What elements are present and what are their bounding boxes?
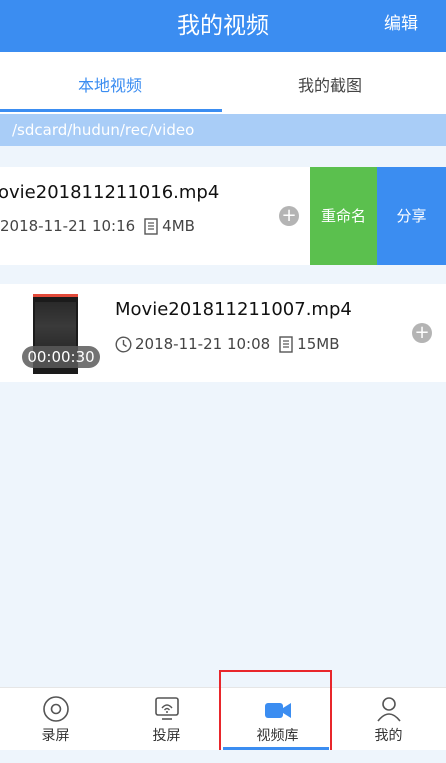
nav-label: 录屏 <box>41 728 70 744</box>
tab-my-screenshots[interactable]: 我的截图 <box>298 72 362 96</box>
file-size-icon <box>144 217 158 235</box>
video-size: 15MB <box>297 335 340 353</box>
nav-label: 我的 <box>374 728 403 744</box>
active-tab-indicator <box>0 109 222 112</box>
tab-local-videos[interactable]: 本地视频 <box>78 72 142 96</box>
storage-path: /sdcard/hudun/rec/video <box>0 114 446 146</box>
nav-label: 投屏 <box>152 728 181 744</box>
cast-icon <box>154 697 179 720</box>
video-filename: Movie201811211007.mp4 <box>115 299 352 320</box>
video-list-item[interactable]: 00:00:30 Movie201811211007.mp4 2018-11-2… <box>0 284 446 382</box>
person-icon <box>376 697 401 722</box>
app-header: 我的视频 编辑 <box>0 0 446 52</box>
video-list-item[interactable]: ovie201811211016.mp4 2018-11-21 10:16 4M… <box>0 167 446 265</box>
video-meta: 2018-11-21 10:16 4MB <box>0 217 195 235</box>
tab-bar: 本地视频 我的截图 <box>0 52 446 114</box>
nav-item-cast[interactable]: 投屏 <box>111 688 222 751</box>
rename-button[interactable]: 重命名 <box>310 167 377 265</box>
file-size-icon <box>279 335 293 353</box>
page-title: 我的视频 <box>177 13 269 39</box>
video-meta: 2018-11-21 10:08 15MB <box>115 335 340 353</box>
more-options-icon[interactable]: + <box>412 323 432 343</box>
nav-item-record[interactable]: 录屏 <box>0 688 111 751</box>
record-icon <box>42 696 69 722</box>
clock-icon <box>115 335 132 353</box>
video-filename: ovie201811211016.mp4 <box>0 182 220 203</box>
video-duration-badge: 00:00:30 <box>22 346 100 368</box>
video-date: 2018-11-21 10:16 <box>0 217 136 235</box>
video-size: 4MB <box>162 217 195 235</box>
edit-button[interactable]: 编辑 <box>384 9 418 34</box>
video-date: 2018-11-21 10:08 <box>135 335 271 353</box>
bottom-strip <box>0 750 446 763</box>
nav-item-me[interactable]: 我的 <box>333 688 444 751</box>
highlight-annotation <box>219 670 332 756</box>
more-options-icon[interactable]: + <box>279 206 299 226</box>
share-button[interactable]: 分享 <box>377 167 446 265</box>
